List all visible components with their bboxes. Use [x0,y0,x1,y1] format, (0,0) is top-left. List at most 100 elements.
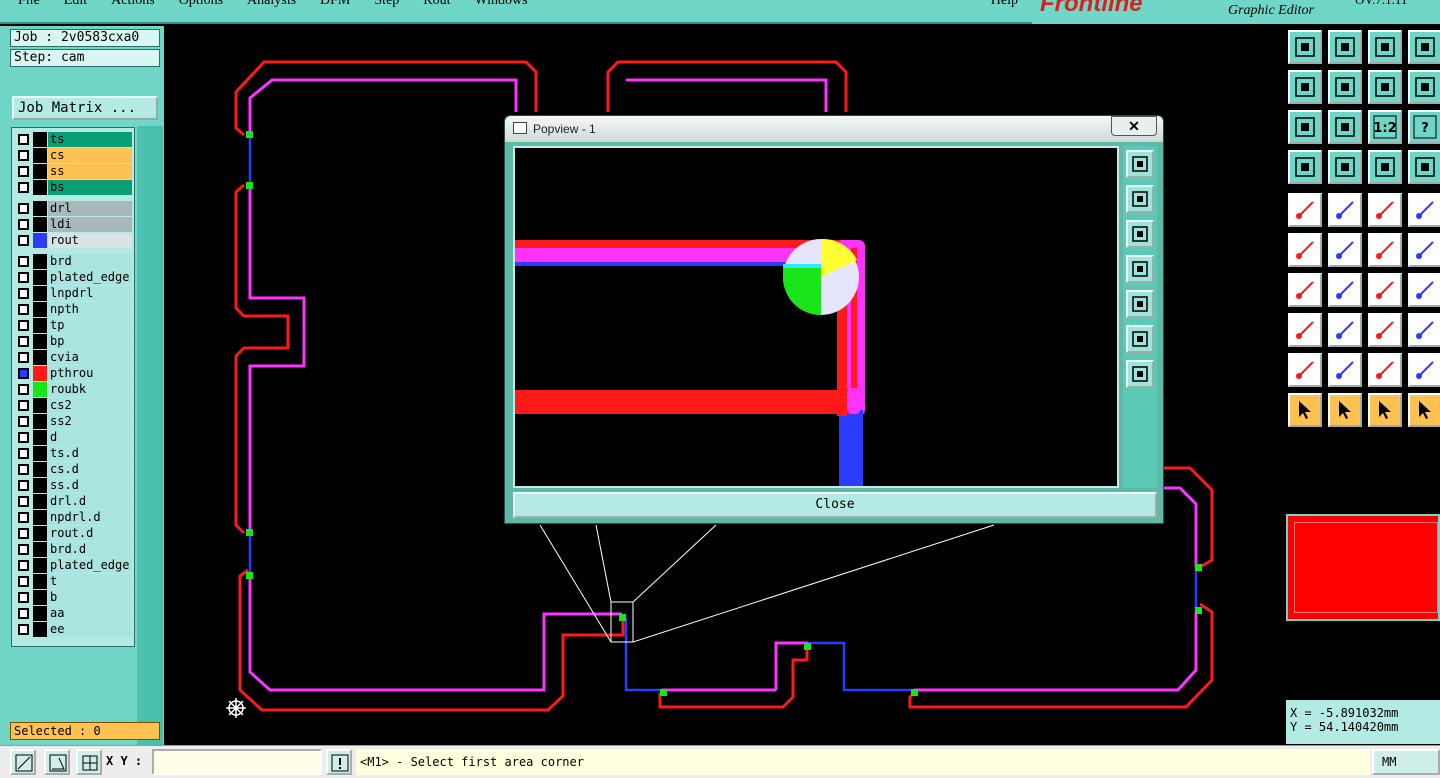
node-button[interactable] [1288,233,1322,267]
pan-left-button[interactable] [1288,70,1322,104]
alert-button[interactable] [326,749,352,775]
layer-row-ts.d[interactable]: ts.d [15,446,133,461]
line-add-button[interactable] [1328,193,1362,227]
layer-row-ts[interactable]: ts [15,132,133,147]
line-edit-button[interactable] [1368,233,1402,267]
layer-checkbox[interactable] [18,464,29,475]
layer-checkbox[interactable] [18,304,29,315]
layer-row-cs2[interactable]: cs2 [15,398,133,413]
pad-add-button[interactable] [1288,193,1322,227]
layer-checkbox[interactable] [18,256,29,267]
layer-row-cvia[interactable]: cvia [15,350,133,365]
snap-button[interactable] [1408,70,1440,104]
pad-edit-button[interactable] [1288,313,1322,347]
layer-row-plated_edge[interactable]: plated_edge [15,270,133,285]
layer-checkbox[interactable] [18,336,29,347]
menu-item-windows[interactable]: Windows [475,0,528,8]
layer-row-brd[interactable]: brd [15,254,133,269]
up-pop-button[interactable] [1126,185,1154,213]
undo-zoom-button[interactable] [1368,70,1402,104]
layer-row-t[interactable]: t [15,574,133,589]
layer-checkbox[interactable] [18,544,29,555]
menu-item-edit[interactable]: Edit [64,0,87,8]
zoom-window-button[interactable] [10,749,36,775]
layer-row-npth[interactable]: npth [15,302,133,317]
arc-button[interactable] [1368,353,1402,387]
menu-item-step[interactable]: Step [374,0,399,8]
layer-checkbox[interactable] [18,288,29,299]
layer-checkbox[interactable] [18,560,29,571]
layer-checkbox[interactable] [18,496,29,507]
layer-row-ss.d[interactable]: ss.d [15,478,133,493]
layer-checkbox[interactable] [18,576,29,587]
layer-checkbox[interactable] [18,480,29,491]
rotate-button[interactable] [1368,273,1402,307]
house-button[interactable] [1368,30,1402,64]
layer-row-drl.d[interactable]: drl.d [15,494,133,509]
layer-link-button[interactable] [1368,150,1402,184]
layer-row-npdrl.d[interactable]: npdrl.d [15,510,133,525]
layer-row-ee[interactable]: ee [15,622,133,637]
left-pop-button[interactable] [1126,255,1154,283]
layer-row-bs[interactable]: bs [15,180,133,195]
cross-button[interactable] [1328,233,1362,267]
layer-checkbox[interactable] [18,448,29,459]
zoom-pop-button[interactable] [1126,150,1154,178]
layer-row-ldi[interactable]: ldi [15,217,133,232]
layer-row-d[interactable]: d [15,430,133,445]
grid-button[interactable] [1408,30,1440,64]
select-box-button[interactable] [1328,393,1362,427]
arc-2-button[interactable] [1408,353,1440,387]
popview-titlebar[interactable]: Popview - 1 ✕ [505,116,1163,142]
angle-button[interactable] [44,749,70,775]
layer-checkbox[interactable] [18,166,29,177]
layer-row-aa[interactable]: aa [15,606,133,621]
select-circle-button[interactable] [1368,393,1402,427]
layer-row-plated_edge[interactable]: plated_edge [15,558,133,573]
layer-row-ss[interactable]: ss [15,164,133,179]
resize-button[interactable] [1368,313,1402,347]
xy-input[interactable] [152,749,322,775]
menu-item-analysis[interactable]: Analysis [247,0,296,8]
layer-checkbox[interactable] [18,528,29,539]
menu-item-actions[interactable]: Actions [111,0,155,8]
menu-item-options[interactable]: Options [179,0,223,8]
layer-row-rout[interactable]: rout [15,233,133,248]
layer-row-pthrou[interactable]: pthrou [15,366,133,381]
select-path-button[interactable] [1408,393,1440,427]
snap-button[interactable] [76,749,102,775]
menu-item-file[interactable]: File [18,0,40,8]
layer-checkbox[interactable] [18,400,29,411]
down-pop-button[interactable] [1126,220,1154,248]
angle-button[interactable] [1288,273,1322,307]
triangle-up-button[interactable] [1328,353,1362,387]
layer-checkbox[interactable] [18,150,29,161]
layer-checkbox[interactable] [18,182,29,193]
layer-link-red-button[interactable] [1408,150,1440,184]
layer-checkbox[interactable] [18,203,29,214]
fit-pop-button[interactable] [1126,325,1154,353]
layer-row-rout.d[interactable]: rout.d [15,526,133,541]
layer-row-tp[interactable]: tp [15,318,133,333]
fit-center-button[interactable] [1328,110,1362,144]
layer-row-bp[interactable]: bp [15,334,133,349]
layer-row-drl[interactable]: drl [15,201,133,216]
pads-button[interactable] [1408,313,1440,347]
layer-row-brd.d[interactable]: brd.d [15,542,133,557]
layer-row-cs[interactable]: cs [15,148,133,163]
layer-checkbox[interactable] [18,416,29,427]
zoom-down-button[interactable] [1328,30,1362,64]
overview-preview[interactable] [1286,514,1440,621]
menu-help[interactable]: Help [991,0,1018,9]
units-selector[interactable]: MM [1372,749,1440,775]
one-to-one-button[interactable]: 1:2 [1368,110,1402,144]
ruler-button[interactable] [1368,193,1402,227]
menu-item-rout[interactable]: Rout [423,0,450,8]
pan-right-button[interactable] [1328,70,1362,104]
dot-button[interactable] [1408,193,1440,227]
popview-canvas[interactable] [513,146,1119,488]
zoom-home-button[interactable] [1288,30,1322,64]
layer-checkbox[interactable] [18,608,29,619]
layer-checkbox[interactable] [18,384,29,395]
menu-item-dfm[interactable]: DFM [320,0,350,8]
